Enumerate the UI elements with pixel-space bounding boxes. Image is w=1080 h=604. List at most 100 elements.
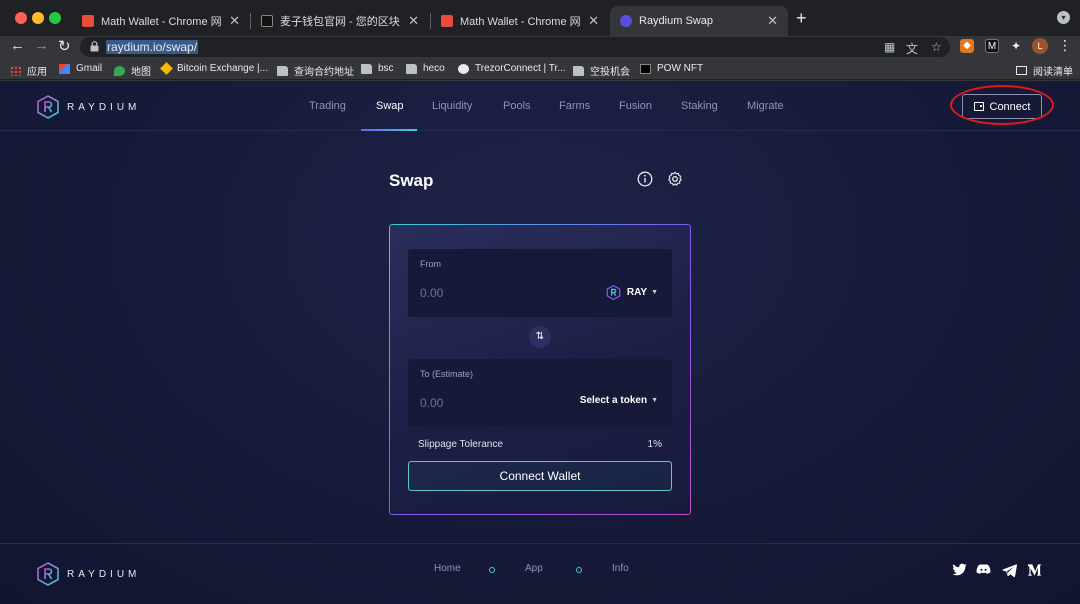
- bookmark-item[interactable]: Bitcoin Exchange |...: [160, 62, 268, 75]
- footer-link-app[interactable]: App: [525, 563, 543, 574]
- browser-menu-icon[interactable]: ⋮: [1058, 37, 1072, 54]
- mathwallet-favicon-icon: [82, 15, 94, 27]
- tab-close-icon[interactable]: ✕: [408, 13, 419, 29]
- footer: RAYDIUM Home App Info: [0, 543, 1080, 604]
- profile-avatar[interactable]: L: [1032, 38, 1048, 54]
- bookmark-label: heco: [423, 63, 445, 74]
- info-icon[interactable]: [637, 171, 653, 187]
- bookmark-item[interactable]: Gmail: [59, 63, 102, 74]
- ray-token-icon: [606, 285, 621, 300]
- top-navigation: RAYDIUM Trading Swap Liquidity Pools Far…: [0, 81, 1080, 131]
- nav-farms[interactable]: Farms: [559, 100, 590, 112]
- nav-pools[interactable]: Pools: [503, 100, 531, 112]
- raydium-logo-icon: [37, 95, 59, 119]
- folder-icon: [361, 63, 372, 74]
- nav-migrate[interactable]: Migrate: [747, 100, 784, 112]
- extensions-puzzle-icon[interactable]: ✦: [1009, 39, 1023, 53]
- wallet-extension-icon[interactable]: M: [985, 39, 999, 53]
- bookmark-item[interactable]: 地图: [114, 63, 151, 78]
- to-token-select[interactable]: Select a token ▼: [580, 395, 658, 406]
- maps-pin-icon: [114, 65, 125, 76]
- forward-arrow-icon[interactable]: →: [34, 37, 49, 54]
- raydium-logo[interactable]: RAYDIUM: [37, 95, 140, 119]
- mathwallet-favicon-icon: [441, 15, 453, 27]
- browser-tab[interactable]: 麦子钱包官网 - 您的区块链应用 ✕: [251, 6, 429, 36]
- to-amount-input[interactable]: 0.00: [420, 396, 443, 410]
- maximize-window-button[interactable]: [49, 12, 61, 24]
- close-window-button[interactable]: [15, 12, 27, 24]
- slippage-label: Slippage Tolerance: [418, 439, 503, 450]
- nav-trading[interactable]: Trading: [309, 100, 346, 112]
- nav-liquidity[interactable]: Liquidity: [432, 100, 472, 112]
- maizi-favicon-icon: [261, 15, 273, 27]
- settings-gear-icon[interactable]: [667, 171, 683, 187]
- reload-icon[interactable]: ↻: [58, 37, 71, 55]
- reading-list[interactable]: 阅读清单: [1016, 63, 1073, 78]
- bookmark-item[interactable]: 应用: [10, 63, 47, 78]
- raydium-favicon-icon: [620, 15, 632, 27]
- browser-tab-active[interactable]: Raydium Swap ✕: [610, 6, 788, 36]
- qr-code-icon[interactable]: ▦: [884, 40, 895, 54]
- trezor-icon: [458, 63, 469, 74]
- page-title: Swap: [389, 171, 434, 190]
- medium-icon[interactable]: [1027, 563, 1042, 577]
- from-token-select[interactable]: RAY ▼: [606, 285, 658, 300]
- reading-list-label: 阅读清单: [1033, 67, 1073, 78]
- caret-down-icon: ▼: [651, 289, 658, 296]
- bookmark-label: 空投机会: [590, 67, 630, 78]
- footer-link-home[interactable]: Home: [434, 563, 461, 574]
- discord-icon[interactable]: [976, 563, 991, 577]
- bookmark-item[interactable]: bsc: [361, 63, 394, 74]
- apps-grid-icon: [10, 65, 21, 76]
- translate-icon[interactable]: 文: [906, 40, 918, 57]
- bookmark-label: Bitcoin Exchange |...: [177, 63, 268, 74]
- swap-direction-button[interactable]: ⇅: [529, 326, 551, 348]
- browser-tab[interactable]: Math Wallet - Chrome 网上应用 ✕: [72, 6, 250, 36]
- bookmark-star-icon[interactable]: ☆: [931, 40, 942, 54]
- tab-close-icon[interactable]: ✕: [767, 13, 778, 29]
- tab-close-icon[interactable]: ✕: [229, 13, 240, 29]
- footer-dot: [489, 567, 495, 573]
- bookmark-label: TrezorConnect | Tr...: [475, 63, 566, 74]
- connect-wallet-button[interactable]: Connect Wallet: [408, 461, 672, 491]
- active-nav-indicator: [361, 129, 417, 131]
- swap-card: From 0.00 RAY ▼ ⇅ To (Estimate) 0.00 Sel…: [389, 224, 691, 515]
- folder-icon: [277, 65, 288, 76]
- bookmark-item[interactable]: 空投机会: [573, 63, 630, 78]
- browser-tab[interactable]: Math Wallet - Chrome 网上应用 ✕: [431, 6, 609, 36]
- twitter-icon[interactable]: [952, 563, 967, 577]
- tab-close-icon[interactable]: ✕: [588, 13, 599, 29]
- folder-icon: [406, 63, 417, 74]
- tab-search-icon[interactable]: ▾: [1057, 11, 1070, 24]
- brand-wordmark: RAYDIUM: [67, 568, 141, 580]
- bookmark-item[interactable]: TrezorConnect | Tr...: [458, 63, 566, 74]
- minimize-window-button[interactable]: [32, 12, 44, 24]
- bookmark-item[interactable]: POW NFT: [640, 63, 703, 74]
- metamask-extension-icon[interactable]: ◆: [960, 39, 974, 53]
- bookmark-item[interactable]: heco: [406, 63, 445, 74]
- footer-raydium-logo[interactable]: RAYDIUM: [37, 562, 140, 586]
- raydium-page: RAYDIUM Trading Swap Liquidity Pools Far…: [0, 81, 1080, 604]
- bookmarks-bar: 应用 Gmail 地图 Bitcoin Exchange |... 查询合约地址…: [0, 60, 1080, 80]
- nav-swap[interactable]: Swap: [376, 100, 404, 112]
- from-amount-input[interactable]: 0.00: [420, 286, 443, 300]
- from-label: From: [420, 259, 441, 269]
- footer-dot: [576, 567, 582, 573]
- binance-icon: [160, 62, 173, 75]
- browser-titlebar: Math Wallet - Chrome 网上应用 ✕ 麦子钱包官网 - 您的区…: [0, 0, 1080, 36]
- nav-fusion[interactable]: Fusion: [619, 100, 652, 112]
- nav-staking[interactable]: Staking: [681, 100, 718, 112]
- slippage-value[interactable]: 1%: [648, 439, 662, 450]
- address-bar[interactable]: raydium.io/swap/ ▦ 文 ☆: [80, 37, 950, 57]
- footer-link-info[interactable]: Info: [612, 563, 629, 574]
- telegram-icon[interactable]: [1002, 563, 1017, 577]
- caret-down-icon: ▼: [651, 397, 658, 404]
- from-field[interactable]: From 0.00 RAY ▼: [408, 249, 672, 317]
- new-tab-icon[interactable]: +: [796, 8, 807, 29]
- back-arrow-icon[interactable]: ←: [10, 37, 25, 54]
- connect-wallet-label: Connect Wallet: [499, 469, 581, 483]
- bookmark-item[interactable]: 查询合约地址: [277, 63, 354, 78]
- url-text[interactable]: raydium.io/swap/: [106, 40, 199, 54]
- to-field[interactable]: To (Estimate) 0.00 Select a token ▼: [408, 359, 672, 427]
- bookmark-label: bsc: [378, 63, 394, 74]
